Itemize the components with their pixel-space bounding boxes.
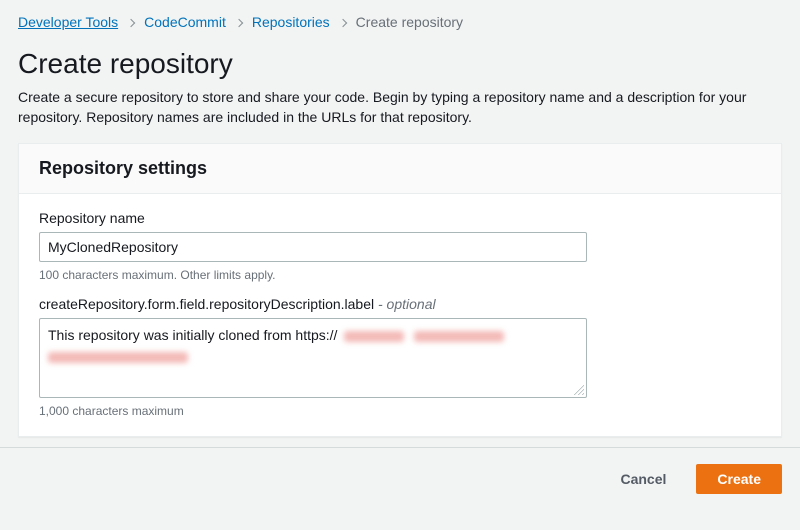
page-title: Create repository xyxy=(18,48,782,80)
repository-name-input[interactable] xyxy=(39,232,587,262)
breadcrumb-current: Create repository xyxy=(356,14,463,30)
breadcrumb-link-codecommit[interactable]: CodeCommit xyxy=(144,14,226,30)
repository-description-hint: 1,000 characters maximum xyxy=(39,404,761,418)
repository-description-textarea[interactable]: This repository was initially cloned fro… xyxy=(39,318,587,398)
chevron-right-icon xyxy=(340,14,346,30)
page-description: Create a secure repository to store and … xyxy=(18,88,782,127)
chevron-right-icon xyxy=(128,14,134,30)
redacted-text xyxy=(344,331,404,342)
chevron-right-icon xyxy=(236,14,242,30)
repository-description-label: createRepository.form.field.repositoryDe… xyxy=(39,296,761,312)
breadcrumb: Developer Tools CodeCommit Repositories … xyxy=(18,14,782,30)
breadcrumb-link-repositories[interactable]: Repositories xyxy=(252,14,330,30)
description-visible-text: This repository was initially cloned fro… xyxy=(48,327,337,343)
repository-settings-panel: Repository settings Repository name 100 … xyxy=(18,143,782,437)
redacted-text xyxy=(414,331,504,342)
breadcrumb-link-developer-tools[interactable]: Developer Tools xyxy=(18,14,118,30)
create-button[interactable]: Create xyxy=(696,464,782,494)
repository-name-label: Repository name xyxy=(39,210,761,226)
optional-suffix: - optional xyxy=(374,296,435,312)
repository-name-hint: 100 characters maximum. Other limits app… xyxy=(39,268,761,282)
panel-title: Repository settings xyxy=(19,144,781,194)
cancel-button[interactable]: Cancel xyxy=(600,464,686,494)
field-repository-description: createRepository.form.field.repositoryDe… xyxy=(39,296,761,418)
field-repository-name: Repository name 100 characters maximum. … xyxy=(39,210,761,282)
resize-handle-icon[interactable] xyxy=(574,385,584,395)
repository-description-label-text: createRepository.form.field.repositoryDe… xyxy=(39,296,374,312)
form-footer: Cancel Create xyxy=(0,447,800,494)
redacted-text xyxy=(48,352,188,363)
